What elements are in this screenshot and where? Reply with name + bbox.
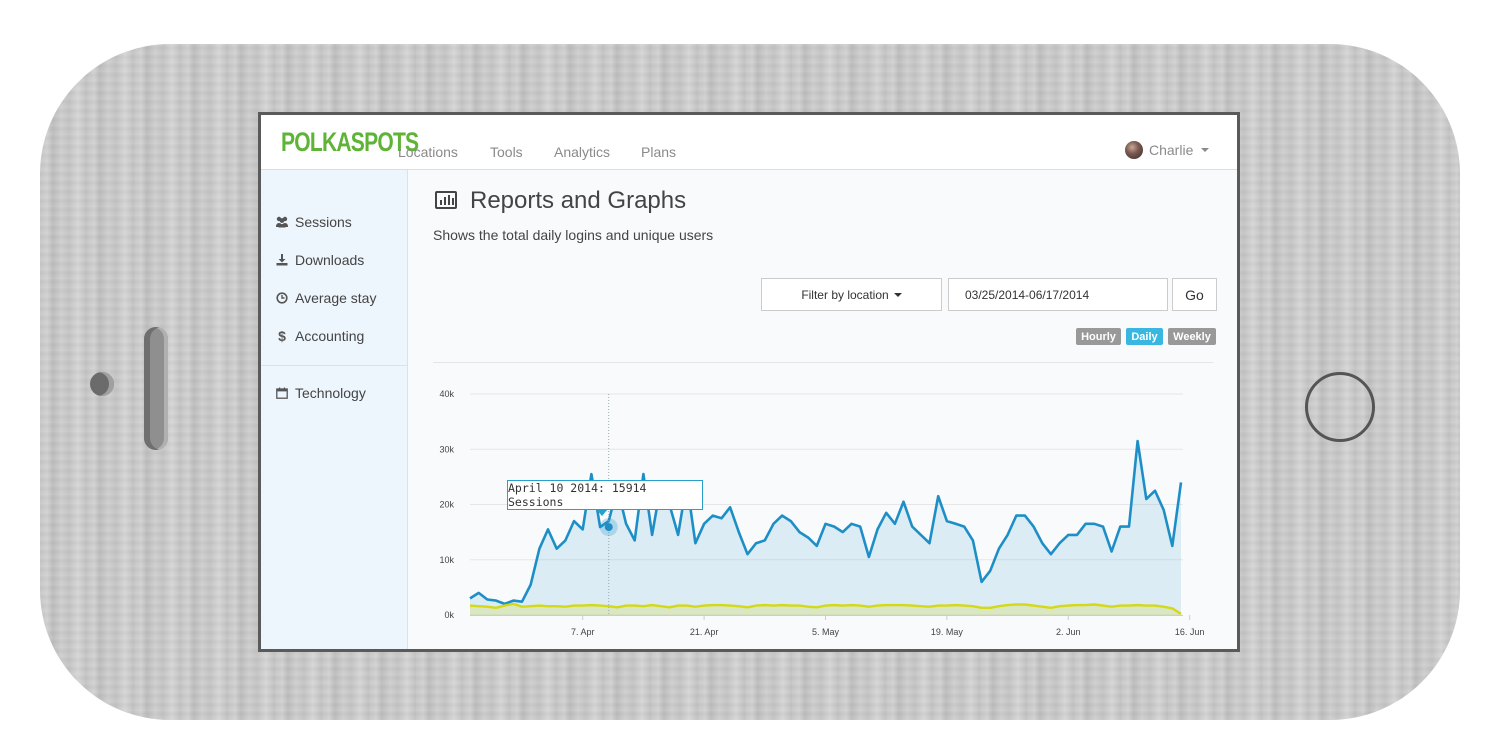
x-tick-label: 7. Apr (571, 627, 595, 637)
sidebar-item-label: Technology (295, 385, 366, 401)
y-tick-label: 20k (439, 500, 454, 510)
sidebar-item-label: Average stay (295, 290, 377, 306)
sidebar-item-label: Sessions (295, 214, 352, 230)
series-area-sessions (470, 441, 1181, 615)
sidebar-item-technology[interactable]: Technology (275, 385, 366, 401)
sidebar-item-accounting[interactable]: $ Accounting (275, 328, 364, 344)
x-tick-label: 16. Jun (1175, 627, 1205, 637)
x-tick-label: 5. May (812, 627, 840, 637)
y-tick-label: 10k (439, 555, 454, 565)
clock-icon (275, 292, 289, 304)
top-navbar: POLKASPOTS Locations Tools Analytics Pla… (261, 115, 1237, 170)
y-tick-label: 30k (439, 444, 454, 454)
sidebar-item-sessions[interactable]: Sessions (275, 214, 352, 230)
sessions-chart: 0k 10k 20k 30k 40k 7. Apr 21. Apr 5. May 19. May… (439, 389, 1205, 637)
nav-item-analytics[interactable]: Analytics (554, 144, 610, 160)
avatar (1125, 141, 1143, 159)
sidebar-item-label: Downloads (295, 252, 365, 268)
y-tick-label: 40k (439, 389, 454, 399)
user-menu[interactable]: Charlie (1125, 141, 1210, 159)
camera-icon (90, 372, 114, 396)
download-icon (275, 254, 289, 266)
chevron-down-icon (1201, 148, 1210, 152)
sidebar-divider (261, 365, 407, 366)
nav-item-plans[interactable]: Plans (641, 144, 676, 160)
nav-item-tools[interactable]: Tools (490, 144, 523, 160)
nav-item-locations[interactable]: Locations (398, 144, 458, 160)
speaker-slot (144, 327, 168, 450)
calendar-icon (275, 387, 289, 399)
x-tick-label: 2. Jun (1056, 627, 1081, 637)
x-tick-label: 21. Apr (690, 627, 719, 637)
chart-tooltip: April 10 2014: 15914 Sessions (507, 480, 703, 516)
main-content: Reports and Graphs Shows the total daily… (408, 170, 1237, 649)
sidebar-item-label: Accounting (295, 328, 365, 344)
x-tick-label: 19. May (931, 627, 964, 637)
sidebar-item-average-stay[interactable]: Average stay (275, 290, 376, 306)
dollar-icon: $ (278, 328, 286, 344)
y-tick-label: 0k (444, 610, 454, 620)
sidebar-item-downloads[interactable]: Downloads (275, 252, 364, 268)
sidebar: Sessions Downloads Average stay $ Accoun… (261, 170, 408, 649)
hover-point (604, 523, 613, 532)
users-icon (275, 216, 289, 228)
home-button[interactable] (1305, 372, 1375, 442)
app-screen: POLKASPOTS Locations Tools Analytics Pla… (258, 112, 1240, 652)
user-name: Charlie (1149, 142, 1194, 158)
